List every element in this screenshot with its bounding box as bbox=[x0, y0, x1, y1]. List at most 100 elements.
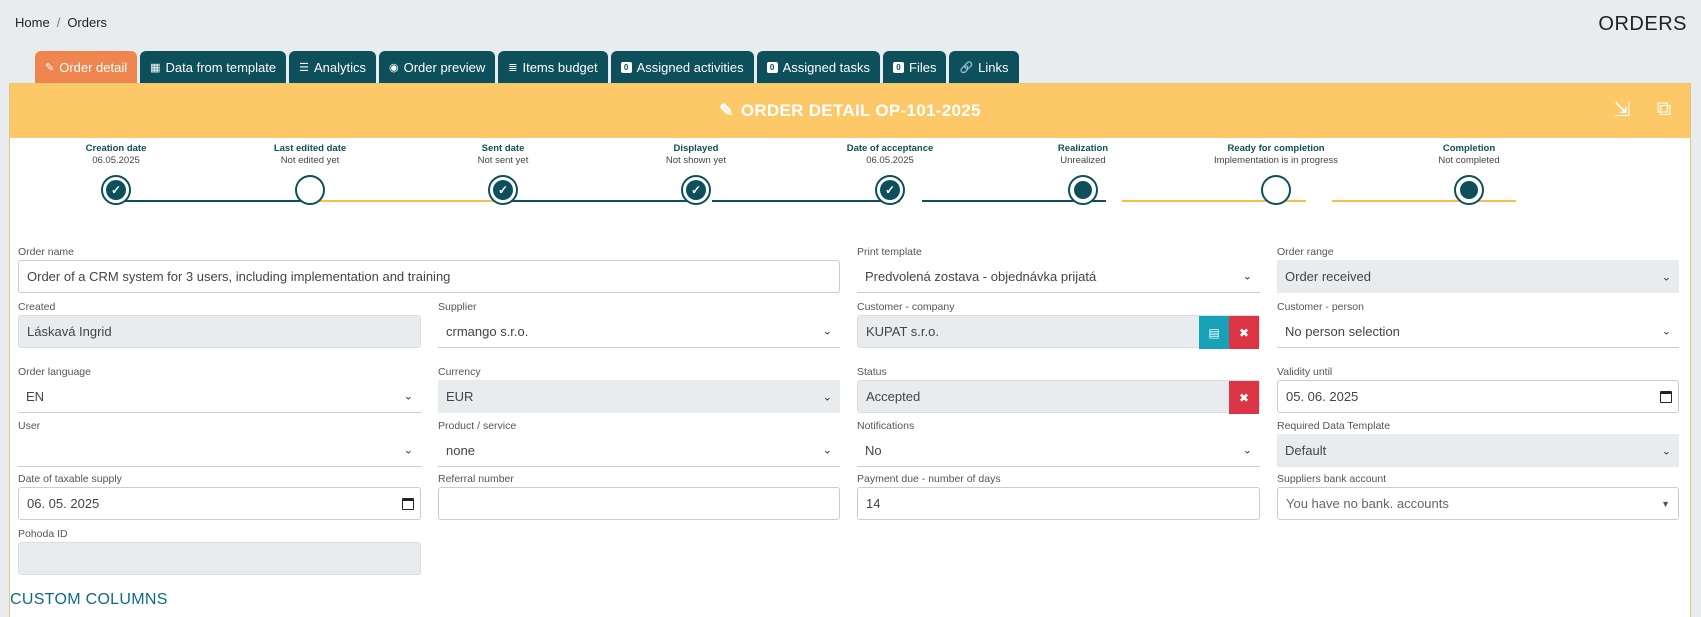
tab-order-detail[interactable]: ✎ Order detail bbox=[35, 51, 138, 83]
edit-icon: ✎ bbox=[45, 61, 55, 74]
payment-due-field: Payment due - number of days 14 bbox=[857, 472, 1260, 520]
chevron-down-icon: ⌄ bbox=[1661, 445, 1671, 457]
order-name-field: Order name Order of a CRM system for 3 u… bbox=[18, 245, 840, 293]
order-range-field: Order range Order received ⌄ bbox=[1277, 245, 1679, 293]
breadcrumb-current[interactable]: Orders bbox=[67, 15, 107, 30]
tab-label: Links bbox=[978, 59, 1009, 75]
check-icon: ✓ bbox=[493, 180, 513, 200]
payment-due-input[interactable]: 14 bbox=[857, 487, 1260, 520]
order-name-input[interactable]: Order of a CRM system for 3 users, inclu… bbox=[18, 260, 840, 293]
customer-person-select[interactable]: No person selection ⌄ bbox=[1277, 315, 1679, 348]
product-service-select[interactable]: none ⌄ bbox=[438, 434, 840, 467]
tab-links[interactable]: 🔗 Links bbox=[949, 51, 1019, 83]
badge-icon: 0 bbox=[766, 61, 778, 73]
step-node: ✓ bbox=[488, 175, 518, 205]
tab-files[interactable]: 0 Files bbox=[883, 51, 947, 83]
check-icon: ✓ bbox=[686, 180, 706, 200]
step-node: ✓ bbox=[875, 175, 905, 205]
chevron-down-icon: ⌄ bbox=[1661, 271, 1671, 283]
tab-assigned-activities[interactable]: 0 Assigned activities bbox=[610, 51, 754, 83]
step-node bbox=[1454, 175, 1484, 205]
order-language-field: Order language EN ⌄ bbox=[18, 365, 421, 413]
chevron-down-icon: ⌄ bbox=[403, 390, 413, 403]
calendar-icon[interactable] bbox=[1660, 390, 1672, 403]
tab-label: Analytics bbox=[313, 59, 366, 75]
order-range-select[interactable]: Order received ⌄ bbox=[1277, 260, 1679, 293]
field-label: Validity until bbox=[1277, 366, 1333, 378]
created-field: Created Láskavá Ingrid bbox=[18, 300, 421, 348]
field-label: Payment due - number of days bbox=[857, 473, 1001, 485]
print-template-select[interactable]: Predvolená zostava - objednávka prijatá ⌄ bbox=[857, 260, 1260, 293]
tab-label: Data from template bbox=[165, 59, 277, 75]
tab-analytics[interactable]: ☰ Analytics bbox=[289, 51, 376, 83]
tab-label: Assigned activities bbox=[636, 59, 744, 75]
validity-until-field: Validity until 05. 06. 2025 bbox=[1277, 365, 1679, 413]
user-select[interactable]: ⌄ bbox=[18, 434, 421, 467]
notifications-select[interactable]: No ⌄ bbox=[857, 434, 1260, 467]
step-node bbox=[1261, 175, 1291, 205]
timeline-step-completion: Completion Not completed bbox=[1349, 143, 1589, 205]
supplier-select[interactable]: crmango s.r.o. ⌄ bbox=[438, 315, 840, 348]
field-label: Status bbox=[857, 366, 887, 378]
tab-bar: ✎ Order detail ▦ Data from template ☰ Analy… bbox=[35, 51, 1019, 83]
clear-icon[interactable]: ✖ bbox=[1229, 316, 1259, 349]
field-label: Created bbox=[18, 301, 56, 313]
notifications-field: Notifications No ⌄ bbox=[857, 419, 1260, 467]
copy-icon[interactable]: ⧉ bbox=[1652, 96, 1676, 122]
import-icon[interactable]: ⇲ bbox=[1610, 96, 1634, 122]
field-label: Currency bbox=[438, 366, 481, 378]
required-template-select[interactable]: Default ⌄ bbox=[1277, 434, 1679, 467]
pohoda-id-input bbox=[18, 542, 421, 575]
product-service-field: Product / service none ⌄ bbox=[438, 419, 840, 467]
select-value: No person selection bbox=[1285, 323, 1400, 339]
select-value: Predvolená zostava - objednávka prijatá bbox=[865, 268, 1097, 284]
tab-data-from-template[interactable]: ▦ Data from template bbox=[140, 51, 287, 83]
clear-icon[interactable]: ✖ bbox=[1229, 381, 1259, 414]
field-label: Customer - person bbox=[1277, 301, 1364, 313]
supplier-field: Supplier crmango s.r.o. ⌄ bbox=[438, 300, 840, 348]
chevron-down-icon: ⌄ bbox=[1661, 325, 1671, 338]
badge-icon: 0 bbox=[893, 61, 905, 73]
panel-header: ✎ ORDER DETAIL OP-101-2025 ⇲ ⧉ bbox=[10, 84, 1690, 138]
chevron-down-icon: ⌄ bbox=[403, 444, 413, 457]
tab-items-budget[interactable]: ≣ Items budget bbox=[498, 51, 608, 83]
select-value: EUR bbox=[446, 389, 474, 404]
field-label: Date of taxable supply bbox=[18, 473, 122, 485]
select-value: crmango s.r.o. bbox=[446, 323, 529, 339]
taxable-supply-date-input[interactable]: 06. 05. 2025 bbox=[18, 487, 421, 520]
pohoda-id-field: Pohoda ID bbox=[18, 527, 421, 575]
field-label: Suppliers bank account bbox=[1277, 473, 1387, 485]
validity-until-date-input[interactable]: 05. 06. 2025 bbox=[1277, 380, 1679, 413]
input-value: 05. 06. 2025 bbox=[1286, 389, 1359, 404]
referral-number-input[interactable] bbox=[438, 487, 840, 520]
required-template-field: Required Data Template Default ⌄ bbox=[1277, 419, 1679, 467]
current-dot bbox=[1460, 181, 1478, 199]
chevron-down-icon: ⌄ bbox=[822, 325, 832, 338]
badge-icon: 0 bbox=[620, 61, 632, 73]
chevron-down-icon: ⌄ bbox=[1242, 444, 1252, 457]
order-language-select[interactable]: EN ⌄ bbox=[18, 380, 421, 413]
created-input: Láskavá Ingrid bbox=[18, 315, 421, 348]
input-value: 06. 05. 2025 bbox=[27, 496, 100, 511]
bank-account-field: Suppliers bank account You have no bank.… bbox=[1277, 472, 1679, 520]
field-label: User bbox=[18, 420, 41, 432]
current-dot bbox=[1074, 181, 1092, 199]
breadcrumb: Home / Orders bbox=[15, 15, 107, 30]
timeline-segment bbox=[316, 200, 494, 202]
database-icon: ≣ bbox=[508, 61, 518, 74]
building-icon[interactable]: ▤ bbox=[1199, 316, 1229, 349]
select-value: none bbox=[446, 442, 475, 458]
page-title: ORDERS bbox=[1598, 13, 1687, 35]
select-value: No bbox=[865, 442, 882, 458]
bank-account-select[interactable]: You have no bank. accounts ▼ bbox=[1277, 487, 1679, 520]
breadcrumb-home[interactable]: Home bbox=[15, 15, 50, 30]
tab-assigned-tasks[interactable]: 0 Assigned tasks bbox=[756, 51, 881, 83]
timeline-segment bbox=[712, 200, 900, 202]
header-actions: ⇲ ⧉ bbox=[1610, 96, 1676, 122]
currency-select[interactable]: EUR ⌄ bbox=[438, 380, 840, 413]
select-value: Default bbox=[1285, 443, 1327, 458]
step-node: ✓ bbox=[101, 175, 131, 205]
tab-order-preview[interactable]: ◉ Order preview bbox=[379, 51, 496, 83]
breadcrumb-separator: / bbox=[56, 15, 61, 30]
calendar-icon[interactable] bbox=[402, 497, 414, 510]
